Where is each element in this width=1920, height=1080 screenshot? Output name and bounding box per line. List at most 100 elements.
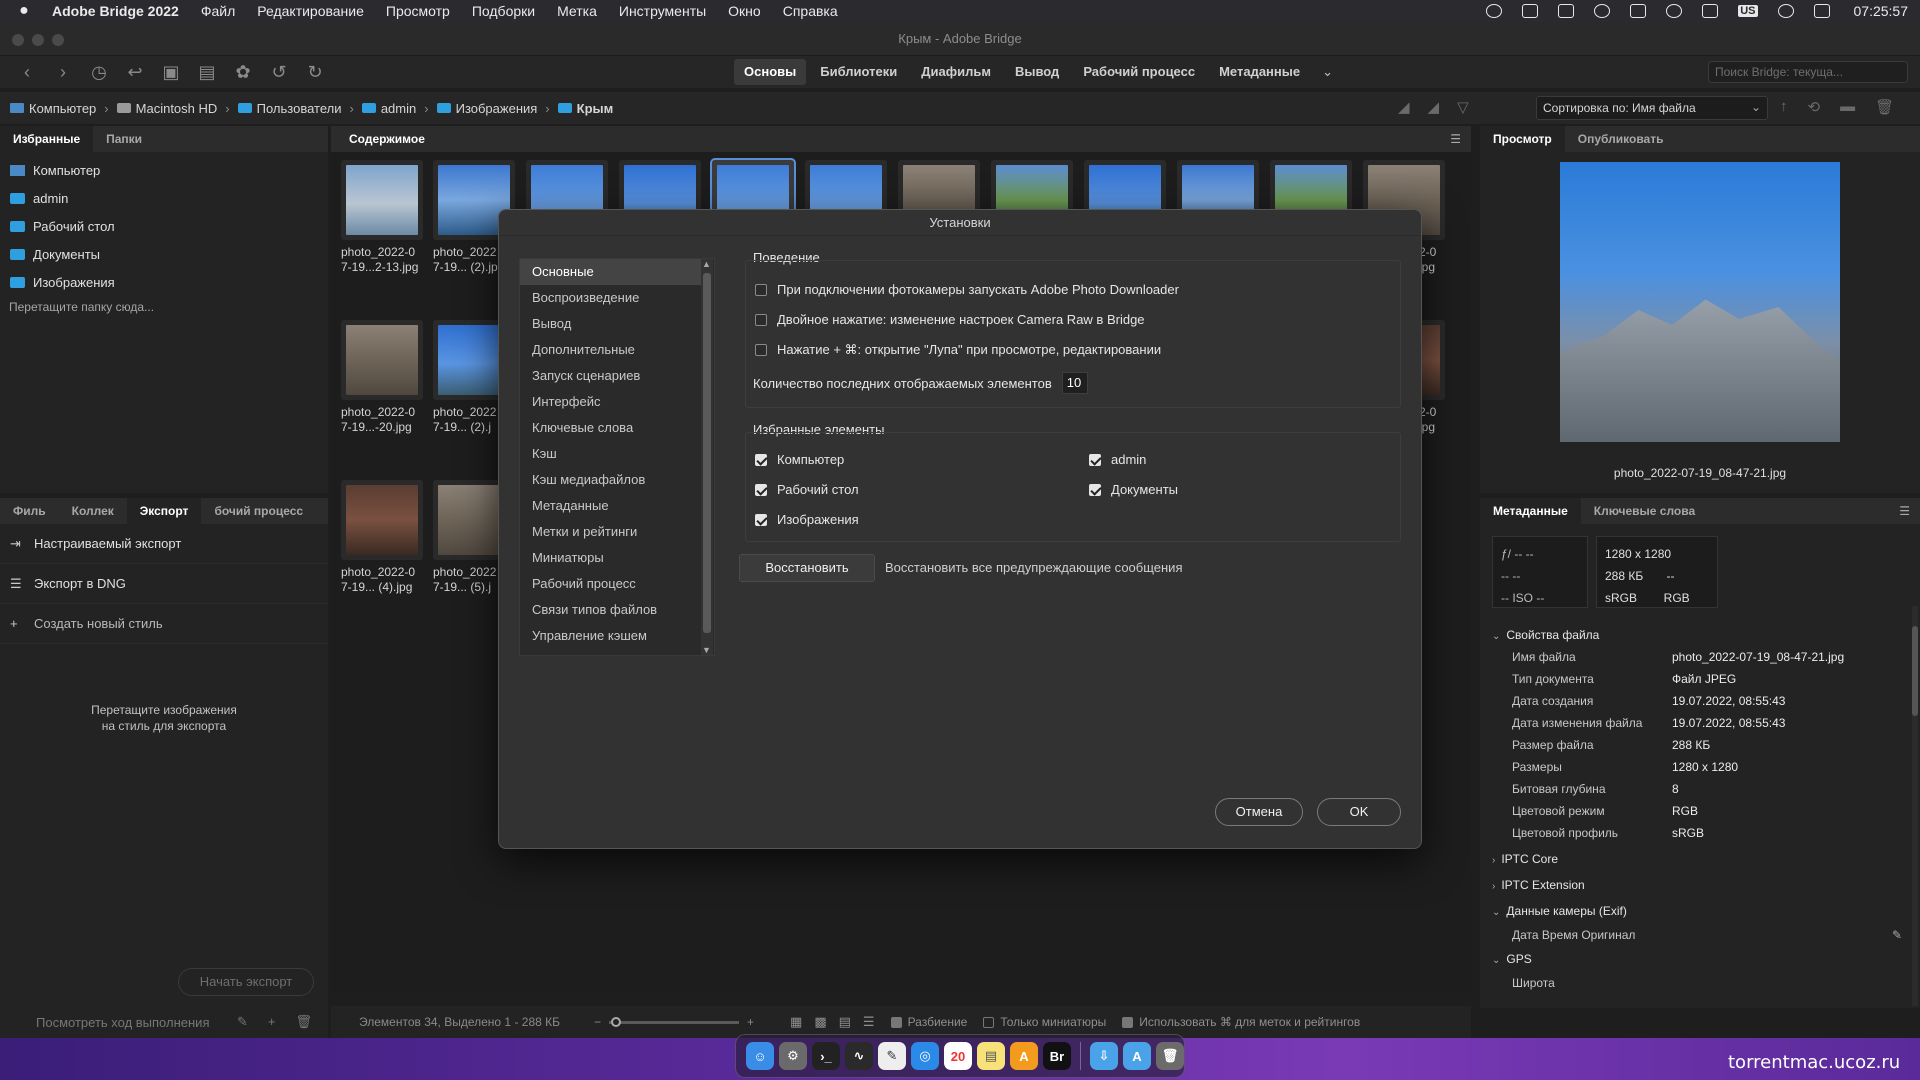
- recent-folders-icon[interactable]: ◷: [90, 62, 108, 83]
- fav-documents-checkbox[interactable]: [1089, 483, 1101, 496]
- tab-folders[interactable]: Папки: [93, 126, 155, 152]
- workspace-tab-libraries[interactable]: Библиотеки: [810, 59, 907, 85]
- favorite-computer[interactable]: Компьютер: [0, 156, 328, 184]
- fav-images-checkbox[interactable]: [755, 513, 767, 526]
- zoom-window-button[interactable]: [52, 34, 64, 46]
- open-in-camera-raw-icon[interactable]: ✿: [234, 62, 252, 83]
- menubar-clock[interactable]: 07:25:57: [1854, 3, 1909, 19]
- menu-tools[interactable]: Инструменты: [619, 3, 706, 19]
- thumbnail[interactable]: photo_2022-0 7-19... (4).jpg: [341, 480, 423, 594]
- thumbnail-view-icon[interactable]: ▩: [814, 1014, 826, 1030]
- menu-stacks[interactable]: Подборки: [472, 3, 535, 19]
- breadcrumb-crimea[interactable]: Крым: [557, 101, 613, 116]
- scroll-down-icon[interactable]: ▼: [702, 645, 711, 655]
- translate-icon[interactable]: [1558, 4, 1575, 18]
- control-center-icon[interactable]: [1813, 4, 1830, 18]
- close-window-button[interactable]: [12, 34, 24, 46]
- category-playback[interactable]: Воспроизведение: [520, 285, 704, 311]
- panel-menu-icon[interactable]: ☰: [1450, 132, 1461, 146]
- ok-button[interactable]: OK: [1317, 798, 1401, 826]
- breadcrumb-users[interactable]: Пользователи: [237, 101, 341, 116]
- notes-icon[interactable]: ▤: [977, 1042, 1005, 1070]
- favorite-documents[interactable]: Документы: [0, 240, 328, 268]
- menu-edit[interactable]: Редактирование: [257, 3, 364, 19]
- workspace-tab-workflow[interactable]: Рабочий процесс: [1073, 59, 1205, 85]
- zoom-in-icon[interactable]: +: [747, 1015, 754, 1029]
- scrollbar-thumb[interactable]: [1912, 626, 1918, 716]
- workspace-tab-essentials[interactable]: Основы: [734, 59, 807, 85]
- system-preferences-icon[interactable]: ⚙: [779, 1042, 807, 1070]
- panel-menu-icon[interactable]: ☰: [1899, 504, 1910, 518]
- sort-ascending-icon[interactable]: ↑: [1780, 98, 1788, 116]
- category-cache-management[interactable]: Управление кэшем: [520, 623, 704, 649]
- rotate-left-icon[interactable]: ↺: [270, 62, 288, 83]
- iptc-extension-section[interactable]: › IPTC Extension: [1492, 878, 1585, 892]
- photo-downloader-option[interactable]: При подключении фотокамеры запускать Ado…: [755, 282, 1179, 297]
- breadcrumb-macintosh-hd[interactable]: Macintosh HD: [116, 101, 217, 116]
- use-cmd-checkbox[interactable]: Использовать ⌘ для меток и рейтингов: [1122, 1015, 1360, 1029]
- recent-items-input[interactable]: 10: [1061, 372, 1088, 394]
- thumbnail-quality-icon[interactable]: ◢: [1398, 98, 1410, 116]
- trash-icon[interactable]: 🗑: [1156, 1042, 1184, 1070]
- rotate-right-icon[interactable]: ↻: [306, 62, 324, 83]
- tab-filter[interactable]: Филь: [0, 498, 59, 524]
- minimize-window-button[interactable]: [32, 34, 44, 46]
- textedit-icon[interactable]: ✎: [878, 1042, 906, 1070]
- refine-icon[interactable]: ▤: [198, 62, 216, 83]
- open-recent-icon[interactable]: ⟲: [1808, 98, 1821, 116]
- tab-collections[interactable]: Коллек: [59, 498, 127, 524]
- menu-file[interactable]: Файл: [201, 3, 235, 19]
- adobe-bridge-icon[interactable]: Br: [1043, 1042, 1071, 1070]
- fav-admin-checkbox[interactable]: [1089, 453, 1101, 466]
- favorite-desktop[interactable]: Рабочий стол: [0, 212, 328, 240]
- checkbox[interactable]: [983, 1016, 995, 1028]
- pin-icon[interactable]: [1486, 4, 1503, 18]
- cancel-button[interactable]: Отмена: [1215, 798, 1303, 826]
- forward-icon[interactable]: ›: [54, 62, 72, 83]
- calendar-icon[interactable]: 20: [944, 1042, 972, 1070]
- sort-dropdown[interactable]: Сортировка по: Имя файла ⌄: [1536, 96, 1768, 120]
- grid-lock-icon[interactable]: ▦: [790, 1014, 802, 1030]
- menu-label[interactable]: Метка: [557, 3, 597, 19]
- trash-icon[interactable]: 🗑: [1875, 98, 1894, 116]
- loupe-checkbox[interactable]: [755, 344, 767, 356]
- category-startup-scripts[interactable]: Запуск сценариев: [520, 363, 704, 389]
- checkbox[interactable]: [890, 1016, 902, 1028]
- thumbnails-only-checkbox[interactable]: Только миниатюры: [983, 1015, 1106, 1029]
- app-store-icon[interactable]: A: [1010, 1042, 1038, 1070]
- menu-view[interactable]: Просмотр: [386, 3, 450, 19]
- category-labels[interactable]: Метки и рейтинги: [520, 519, 704, 545]
- checkbox[interactable]: [1122, 1016, 1134, 1028]
- metadata-scrollbar[interactable]: [1912, 606, 1918, 1006]
- zoom-out-icon[interactable]: −: [594, 1015, 601, 1029]
- cat-icon[interactable]: [1594, 4, 1611, 18]
- category-cache[interactable]: Кэш: [520, 441, 704, 467]
- battery-icon[interactable]: [1522, 4, 1539, 18]
- list-view-icon[interactable]: ☰: [863, 1014, 875, 1030]
- breadcrumb-images[interactable]: Изображения: [436, 101, 537, 116]
- shield-icon[interactable]: [1702, 4, 1719, 18]
- details-view-icon[interactable]: ▤: [839, 1014, 851, 1030]
- category-advanced[interactable]: Дополнительные: [520, 337, 704, 363]
- chevron-down-icon[interactable]: ⌄: [1314, 59, 1341, 85]
- back-icon[interactable]: ‹: [18, 62, 36, 83]
- category-scrollbar[interactable]: ▲ ▼: [701, 259, 713, 655]
- calculator-icon[interactable]: [1630, 4, 1647, 18]
- tab-keywords[interactable]: Ключевые слова: [1581, 498, 1708, 524]
- preview-image[interactable]: [1560, 162, 1840, 442]
- finder-icon[interactable]: ☺: [746, 1042, 774, 1070]
- activity-monitor-icon[interactable]: ∿: [845, 1042, 873, 1070]
- scroll-up-icon[interactable]: ▲: [702, 259, 711, 269]
- new-folder-icon[interactable]: ▬: [1840, 98, 1855, 116]
- scrollbar-thumb[interactable]: [703, 273, 711, 633]
- workspace-tab-output[interactable]: Вывод: [1005, 59, 1069, 85]
- edit-icon[interactable]: ✎: [237, 1014, 248, 1030]
- rating-filter-icon[interactable]: ◢: [1428, 98, 1440, 116]
- category-media-cache[interactable]: Кэш медиафайлов: [520, 467, 704, 493]
- double-click-option[interactable]: Двойное нажатие: изменение настроек Came…: [755, 312, 1145, 327]
- fav-admin-option[interactable]: admin: [1089, 452, 1146, 467]
- loupe-option[interactable]: Нажатие + ⌘: открытие "Лупа" при просмот…: [755, 342, 1161, 358]
- category-metadata[interactable]: Метаданные: [520, 493, 704, 519]
- apple-menu-icon[interactable]: ●: [12, 2, 36, 20]
- category-general[interactable]: Основные: [520, 259, 704, 285]
